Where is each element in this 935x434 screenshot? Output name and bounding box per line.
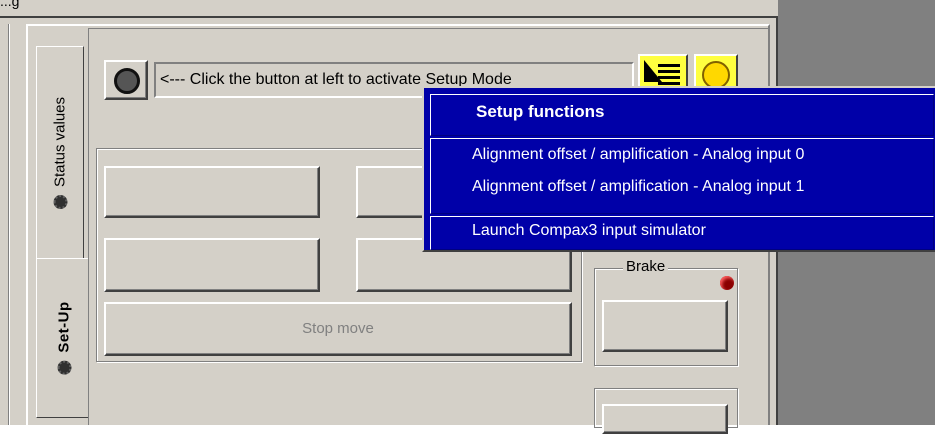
menu-title: Setup functions — [476, 102, 605, 121]
window-title-fragment: ...g — [0, 0, 20, 9]
bottom-button[interactable] — [602, 404, 728, 434]
circle-indicator-icon — [114, 68, 140, 94]
setup-mode-toggle-button[interactable] — [104, 60, 148, 100]
stop-move-button[interactable]: Stop move — [104, 302, 572, 356]
gear-icon — [56, 360, 71, 375]
jog-button-1[interactable] — [104, 166, 320, 218]
window-top-strip: ...g — [0, 0, 778, 18]
gear-icon — [53, 195, 67, 210]
brake-label: Brake — [623, 258, 669, 275]
setup-functions-menu: Setup functions Alignment offset / ampli… — [422, 86, 935, 252]
stop-move-label: Stop move — [302, 320, 374, 337]
jog-button-3[interactable] — [104, 238, 320, 292]
menu-item-analog-input-1[interactable]: Alignment offset / amplification - Analo… — [472, 178, 804, 196]
panel-edge — [8, 24, 10, 425]
brake-led-indicator — [720, 276, 734, 290]
tab-set-up-label: Set-Up — [55, 301, 72, 353]
menu-item-input-simulator[interactable]: Launch Compax3 input simulator — [472, 222, 706, 240]
tab-set-up[interactable]: Set-Up — [36, 258, 90, 418]
menu-item-analog-input-0[interactable]: Alignment offset / amplification - Analo… — [472, 146, 804, 164]
brake-button[interactable] — [602, 300, 728, 352]
tab-status-values[interactable]: Status values — [36, 46, 84, 260]
tab-status-values-label: Status values — [51, 96, 69, 188]
